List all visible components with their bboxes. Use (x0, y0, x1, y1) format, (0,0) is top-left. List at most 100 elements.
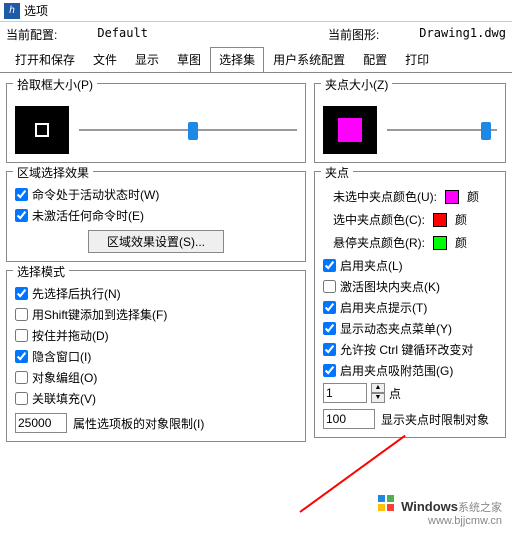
group-title-region: 区域选择效果 (13, 164, 93, 181)
tab-display[interactable]: 显示 (126, 47, 168, 72)
tab-files[interactable]: 文件 (84, 47, 126, 72)
tab-user-prefs[interactable]: 用户系统配置 (264, 47, 354, 72)
checkbox-enable-grips[interactable] (323, 259, 336, 272)
tab-plot[interactable]: 打印 (396, 47, 438, 72)
checkbox-assoc-hatch[interactable] (15, 392, 28, 405)
row-unselected-color: 未选中夹点颜色(U): 颜 (333, 188, 497, 205)
checkbox-activate-block[interactable] (323, 280, 336, 293)
label-enable-grips: 启用夹点(L) (340, 257, 403, 274)
row-hover-color: 悬停夹点颜色(R): 颜 (333, 234, 497, 251)
pickbox-square-icon (35, 123, 49, 137)
check-show-dynamic[interactable]: 显示动态夹点菜单(Y) (323, 320, 497, 337)
object-limit-input[interactable] (15, 413, 67, 433)
check-implied-window[interactable]: 隐含窗口(I) (15, 348, 297, 365)
group-title-gripsize: 夹点大小(Z) (321, 76, 392, 93)
titlebar: h 选项 (0, 0, 512, 22)
config-row: 当前配置: Default 当前图形: Drawing1.dwg (0, 22, 512, 47)
region-settings-button[interactable]: 区域效果设置(S)... (88, 230, 224, 253)
check-active-cmd[interactable]: 命令处于活动状态时(W) (15, 186, 297, 203)
watermark-brand: Windows (401, 499, 458, 514)
check-enable-tips[interactable]: 启用夹点提示(T) (323, 299, 497, 316)
label-pre-select: 先选择后执行(N) (32, 285, 121, 302)
checkbox-allow-ctrl[interactable] (323, 343, 336, 356)
checkbox-no-active-cmd[interactable] (15, 209, 28, 222)
point-label: 点 (389, 385, 401, 402)
label-enable-tips: 启用夹点提示(T) (340, 299, 427, 316)
gripsize-slider[interactable] (387, 120, 497, 140)
point-spin-down[interactable]: ▼ (371, 393, 385, 403)
tab-strip: 打开和保存 文件 显示 草图 选择集 用户系统配置 配置 打印 (0, 47, 512, 73)
label-active-cmd: 命令处于活动状态时(W) (32, 186, 159, 203)
check-enable-grips[interactable]: 启用夹点(L) (323, 257, 497, 274)
check-object-group[interactable]: 对象编组(O) (15, 369, 297, 386)
unselected-color-label: 未选中夹点颜色(U): (333, 188, 437, 205)
checkbox-implied-window[interactable] (15, 350, 28, 363)
label-implied-window: 隐含窗口(I) (32, 348, 91, 365)
selected-color-swatch[interactable] (433, 213, 447, 227)
check-allow-ctrl[interactable]: 允许按 Ctrl 键循环改变对 (323, 341, 497, 358)
label-press-drag: 按住并拖动(D) (32, 327, 109, 344)
unselected-color-text: 颜 (467, 188, 479, 205)
hover-color-text: 颜 (455, 234, 467, 251)
watermark: Windows系统之家 www.bjjcmw.cn (378, 495, 502, 527)
tab-open-save[interactable]: 打开和保存 (6, 47, 84, 72)
current-profile-value: Default (97, 26, 148, 43)
row-selected-color: 选中夹点颜色(C): 颜 (333, 211, 497, 228)
grip-limit-label: 显示夹点时限制对象 (381, 411, 489, 428)
check-pre-select[interactable]: 先选择后执行(N) (15, 285, 297, 302)
checkbox-active-cmd[interactable] (15, 188, 28, 201)
check-assoc-hatch[interactable]: 关联填充(V) (15, 390, 297, 407)
checkbox-shift-add[interactable] (15, 308, 28, 321)
checkbox-enable-snap[interactable] (323, 364, 336, 377)
label-assoc-hatch: 关联填充(V) (32, 390, 96, 407)
watermark-suffix: 系统之家 (458, 502, 502, 514)
unselected-color-swatch[interactable] (445, 190, 459, 204)
app-icon: h (4, 3, 20, 19)
check-press-drag[interactable]: 按住并拖动(D) (15, 327, 297, 344)
current-profile-label: 当前配置: (6, 26, 57, 43)
tab-profiles[interactable]: 配置 (354, 47, 396, 72)
check-enable-snap[interactable]: 启用夹点吸附范围(G) (323, 362, 497, 379)
group-selection-mode: 选择模式 先选择后执行(N) 用Shift键添加到选择集(F) 按住并拖动(D)… (6, 270, 306, 442)
label-show-dynamic: 显示动态夹点菜单(Y) (340, 320, 452, 337)
checkbox-show-dynamic[interactable] (323, 322, 336, 335)
checkbox-press-drag[interactable] (15, 329, 28, 342)
window-title: 选项 (24, 2, 48, 19)
label-object-group: 对象编组(O) (32, 369, 97, 386)
group-region-effect: 区域选择效果 命令处于活动状态时(W) 未激活任何命令时(E) 区域效果设置(S… (6, 171, 306, 262)
object-limit-label: 属性选项板的对象限制(I) (73, 415, 204, 432)
check-shift-add[interactable]: 用Shift键添加到选择集(F) (15, 306, 297, 323)
windows-logo-icon (378, 495, 394, 514)
pickbox-slider[interactable] (79, 120, 297, 140)
group-title-pickbox: 拾取框大小(P) (13, 76, 97, 93)
point-spin-up[interactable]: ▲ (371, 383, 385, 393)
content-area: 拾取框大小(P) 区域选择效果 命令处于活动状态时(W) 未激活任何命令时(E) (0, 73, 512, 448)
selected-color-text: 颜 (455, 211, 467, 228)
group-pickbox: 拾取框大小(P) (6, 83, 306, 163)
tab-drafting[interactable]: 草图 (168, 47, 210, 72)
hover-color-label: 悬停夹点颜色(R): (333, 234, 425, 251)
group-title-grips: 夹点 (321, 164, 353, 181)
grip-limit-input[interactable] (323, 409, 375, 429)
group-title-mode: 选择模式 (13, 263, 69, 280)
label-activate-block: 激活图块内夹点(K) (340, 278, 440, 295)
hover-color-swatch[interactable] (433, 236, 447, 250)
current-drawing-value: Drawing1.dwg (419, 26, 506, 43)
current-drawing-label: 当前图形: (328, 26, 379, 43)
label-allow-ctrl: 允许按 Ctrl 键循环改变对 (340, 341, 473, 358)
selected-color-label: 选中夹点颜色(C): (333, 211, 425, 228)
group-gripsize: 夹点大小(Z) (314, 83, 506, 163)
checkbox-object-group[interactable] (15, 371, 28, 384)
checkbox-enable-tips[interactable] (323, 301, 336, 314)
label-no-active-cmd: 未激活任何命令时(E) (32, 207, 144, 224)
check-no-active-cmd[interactable]: 未激活任何命令时(E) (15, 207, 297, 224)
tab-selection[interactable]: 选择集 (210, 47, 264, 73)
label-enable-snap: 启用夹点吸附范围(G) (340, 362, 453, 379)
group-grips: 夹点 未选中夹点颜色(U): 颜 选中夹点颜色(C): 颜 悬停夹点颜色(R):… (314, 171, 506, 438)
check-activate-block[interactable]: 激活图块内夹点(K) (323, 278, 497, 295)
gripsize-preview (323, 106, 377, 154)
point-spinner-input[interactable] (323, 383, 367, 403)
label-shift-add: 用Shift键添加到选择集(F) (32, 306, 167, 323)
checkbox-pre-select[interactable] (15, 287, 28, 300)
pickbox-preview (15, 106, 69, 154)
